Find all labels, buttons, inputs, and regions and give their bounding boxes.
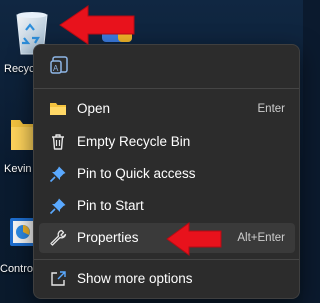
control-panel-label: Control Panel xyxy=(0,263,33,275)
svg-text:A: A xyxy=(53,64,59,73)
desktop-background: Recycle Bin Kevin Control Panel A xyxy=(0,0,303,303)
menu-item-label: Show more options xyxy=(77,271,193,286)
menu-item-label: Pin to Quick access xyxy=(77,166,196,181)
menu-item-shortcut: Enter xyxy=(257,103,286,115)
menu-item-empty-recycle-bin[interactable]: Empty Recycle Bin xyxy=(39,127,295,157)
menu-item-label: Open xyxy=(77,101,111,116)
menu-item-pin-quick-access[interactable]: Pin to Quick access xyxy=(39,159,295,189)
pin-icon xyxy=(49,166,66,183)
annotation-arrow-properties xyxy=(166,222,222,256)
menu-separator xyxy=(34,259,299,260)
wrench-icon xyxy=(50,229,67,246)
folder-open-icon xyxy=(50,103,66,115)
menu-item-label: Empty Recycle Bin xyxy=(77,134,191,149)
external-link-icon xyxy=(51,271,66,286)
menu-item-open[interactable]: Open Enter xyxy=(39,94,295,124)
kevin-folder-label: Kevin xyxy=(4,163,32,175)
menu-item-label: Properties xyxy=(77,230,139,245)
menu-item-label: Pin to Start xyxy=(77,198,144,213)
menu-item-pin-start[interactable]: Pin to Start xyxy=(39,191,295,221)
trash-icon xyxy=(52,134,64,150)
menu-item-shortcut: Alt+Enter xyxy=(237,232,285,244)
pin-icon xyxy=(49,198,66,215)
context-menu: A Open Enter Empty Recycle Bin Pin to Qu… xyxy=(33,44,300,299)
menu-separator xyxy=(34,88,299,89)
translate-icon[interactable]: A xyxy=(48,55,70,77)
annotation-arrow-recycle-bin xyxy=(59,5,135,45)
recycle-bin-label: Recycle Bin xyxy=(4,63,33,75)
menu-item-show-more-options[interactable]: Show more options xyxy=(39,264,295,294)
